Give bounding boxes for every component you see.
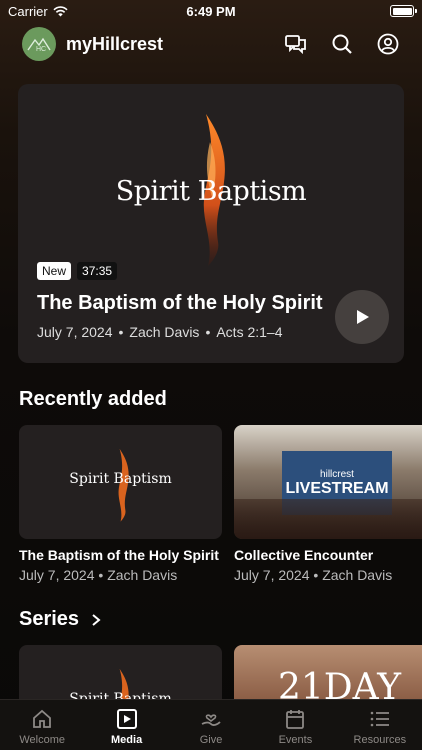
play-icon: [357, 310, 369, 324]
status-time: 6:49 PM: [186, 4, 236, 19]
app-header: HC myHillcrest: [22, 26, 400, 62]
media-card[interactable]: hillcrest LIVESTREAM Collective Encounte…: [234, 425, 422, 583]
media-card-date: July 7, 2024: [19, 567, 95, 583]
media-card-meta: July 7, 2024 • Zach Davis: [234, 567, 422, 583]
media-icon: [116, 709, 137, 729]
meta-separator: •: [313, 567, 319, 583]
mountain-logo-icon: HC: [27, 37, 51, 53]
series-title: Series: [19, 608, 80, 630]
calendar-icon: [286, 710, 305, 729]
hero-speaker: Zach Davis: [129, 324, 200, 340]
media-card-speaker: Zach Davis: [107, 567, 178, 583]
media-card-speaker: Zach Davis: [322, 567, 393, 583]
tab-media[interactable]: Media: [84, 700, 168, 750]
media-card-thumbnail: Spirit Baptism: [19, 425, 222, 539]
tab-label: Events: [278, 734, 313, 746]
livestream-label: LIVESTREAM: [285, 479, 389, 497]
recently-added-heading: Recently added: [19, 388, 167, 411]
give-icon: [201, 714, 221, 726]
status-bar: Carrier 6:49 PM: [0, 0, 422, 22]
list-icon: [370, 711, 389, 727]
messages-icon[interactable]: [284, 32, 308, 56]
meta-separator: •: [98, 567, 104, 583]
livestream-subtitle: hillcrest: [320, 468, 354, 480]
tab-label: Resources: [353, 734, 407, 746]
media-card-date: July 7, 2024: [234, 567, 310, 583]
featured-sermon-card[interactable]: Spirit Baptism New 37:35 The Baptism of …: [18, 84, 404, 363]
hero-date: July 7, 2024: [37, 324, 113, 340]
media-card-title: The Baptism of the Holy Spirit: [19, 547, 219, 563]
tab-label: Give: [199, 734, 223, 746]
duration-badge: 37:35: [77, 262, 118, 280]
tab-welcome[interactable]: Welcome: [0, 700, 84, 750]
battery-icon: [390, 5, 417, 17]
church-logo-avatar[interactable]: HC: [22, 27, 56, 61]
meta-separator: •: [205, 324, 211, 340]
tab-bar: Welcome Media Give Events Resources: [0, 699, 422, 750]
recently-added-title: Recently added: [19, 388, 167, 410]
thumbnail-art-title: Spirit Baptism: [69, 471, 172, 487]
search-icon[interactable]: [330, 32, 354, 56]
chevron-right-icon: [92, 613, 101, 626]
play-button[interactable]: [335, 290, 389, 344]
media-card-title: Collective Encounter: [234, 547, 374, 563]
tab-label: Media: [111, 734, 143, 746]
crowd-artwork: [234, 499, 422, 539]
recently-added-row: Spirit Baptism The Baptism of the Holy S…: [19, 425, 422, 583]
home-icon: [33, 709, 52, 728]
hero-meta: July 7, 2024 • Zach Davis • Acts 2:1–4: [37, 324, 283, 340]
hero-scripture: Acts 2:1–4: [216, 324, 283, 340]
tab-resources[interactable]: Resources: [338, 700, 422, 750]
media-card-meta: July 7, 2024 • Zach Davis: [19, 567, 222, 583]
new-badge: New: [37, 262, 72, 280]
svg-text:HC: HC: [36, 46, 46, 53]
hero-title: The Baptism of the Holy Spirit: [37, 292, 323, 314]
tab-give[interactable]: Give: [169, 700, 253, 750]
media-card[interactable]: Spirit Baptism The Baptism of the Holy S…: [19, 425, 222, 583]
app-title: myHillcrest: [66, 33, 164, 54]
media-card-thumbnail: hillcrest LIVESTREAM: [234, 425, 422, 539]
series-heading[interactable]: Series: [19, 608, 101, 631]
meta-separator: •: [118, 324, 124, 340]
profile-icon[interactable]: [376, 32, 400, 56]
tab-events[interactable]: Events: [253, 700, 337, 750]
tab-label: Welcome: [19, 734, 66, 746]
hero-art-title: Spirit Baptism: [115, 176, 307, 207]
